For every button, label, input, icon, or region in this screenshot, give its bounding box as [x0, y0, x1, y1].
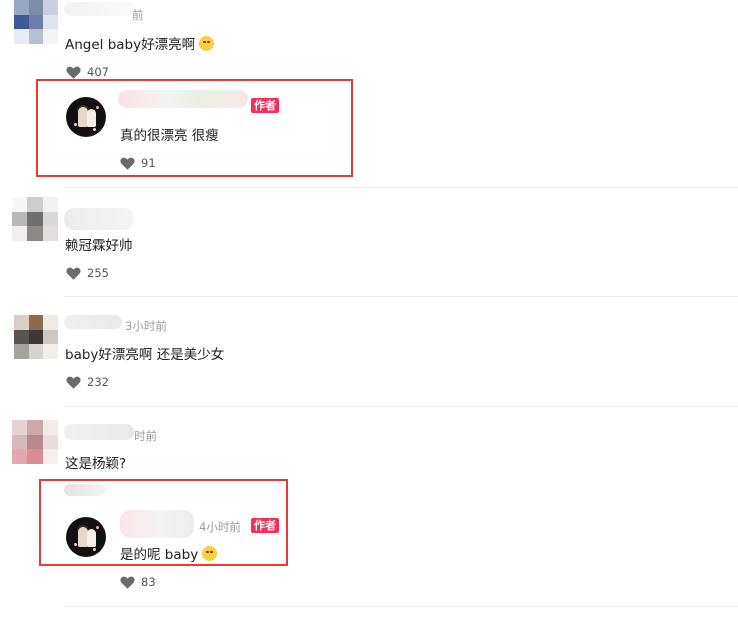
comment-divider	[64, 296, 738, 297]
reply-text: 是的呢 baby	[120, 543, 218, 563]
username-redacted	[64, 208, 134, 230]
heart-icon	[66, 66, 81, 79]
like-button[interactable]: 255	[66, 266, 109, 280]
comment-text: 这是杨颖?	[65, 456, 127, 472]
avatar[interactable]	[14, 0, 58, 44]
avatar[interactable]	[12, 420, 58, 464]
reply-text-content: 是的呢 baby	[120, 547, 199, 563]
like-count: 232	[87, 375, 109, 389]
comment-text: Angel baby好漂亮啊	[65, 33, 215, 53]
like-button[interactable]: 407	[66, 65, 109, 79]
comment-divider	[64, 606, 738, 607]
author-name-redacted	[120, 510, 194, 538]
heart-icon	[66, 376, 81, 389]
heart-icon	[66, 267, 81, 280]
comment-time: 时前	[134, 429, 157, 443]
like-count: 91	[141, 156, 156, 170]
author-name-redacted	[118, 90, 248, 108]
avatar[interactable]	[14, 315, 58, 359]
like-button[interactable]: 83	[120, 575, 156, 589]
comment-divider	[64, 406, 738, 407]
like-count: 407	[87, 65, 109, 79]
grinning-face-icon	[202, 546, 218, 561]
comment-text-content: Angel baby好漂亮啊	[65, 37, 196, 53]
username-redacted	[64, 315, 122, 329]
author-badge: 作者	[251, 98, 279, 113]
like-button[interactable]: 232	[66, 375, 109, 389]
blushing-face-icon	[199, 36, 215, 51]
comment-time: 前	[132, 8, 144, 22]
avatar[interactable]	[12, 197, 58, 241]
like-count: 83	[141, 575, 156, 589]
username-redacted	[64, 2, 136, 16]
author-badge: 作者	[251, 518, 279, 533]
heart-icon	[120, 576, 135, 589]
heart-icon	[120, 157, 135, 170]
like-button[interactable]: 91	[120, 156, 156, 170]
comment-text: 赖冠霖好帅	[65, 238, 133, 254]
author-avatar[interactable]	[66, 97, 106, 137]
comment-time: 3小时前	[125, 319, 167, 333]
author-avatar[interactable]	[66, 517, 106, 557]
username-redacted	[64, 424, 134, 440]
like-count: 255	[87, 266, 109, 280]
reply-time: 4小时前	[199, 520, 241, 534]
reply-text: 真的很漂亮 很瘦	[120, 128, 219, 144]
comment-text: baby好漂亮啊 还是美少女	[65, 347, 225, 363]
comment-divider	[64, 187, 738, 188]
